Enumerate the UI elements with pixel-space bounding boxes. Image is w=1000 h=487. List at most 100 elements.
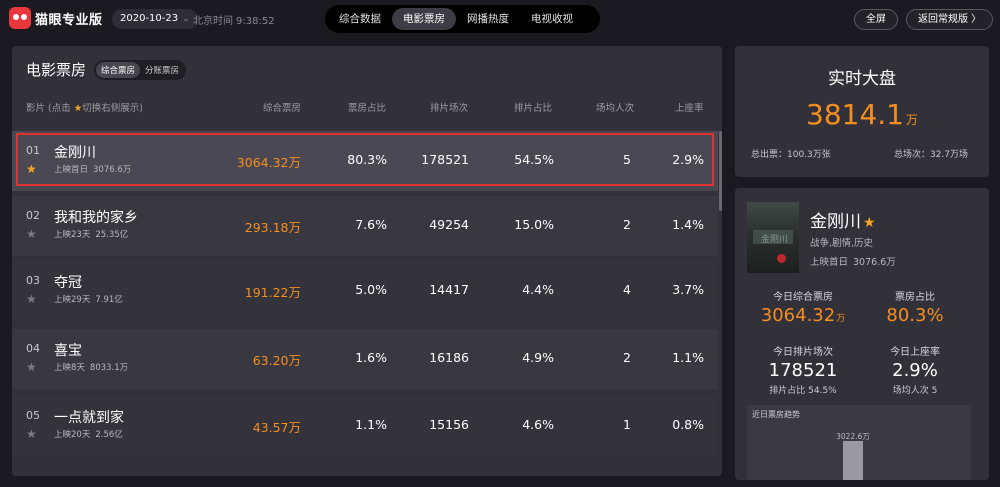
film-name: 金刚川 <box>54 145 96 161</box>
share-value: 5.0% <box>355 282 387 297</box>
total-shows: 总场次：32.7万场 <box>893 150 968 160</box>
box-office-value: 191.22万 <box>244 285 301 300</box>
box-office-value: 3064.32万 <box>236 155 301 170</box>
star-icon[interactable]: ★ <box>26 292 37 306</box>
movie-detail-panel: 金刚川 金刚川 ★ 战争,剧情,历史 上映首日 3076.6万 今日综合票房 306… <box>735 188 989 480</box>
row-rank: 02 <box>26 209 40 222</box>
share-value: 80.3% <box>347 152 387 167</box>
fullscreen-button[interactable]: 全屏 <box>854 9 898 30</box>
movie-name: 金刚川 ★ <box>810 207 876 232</box>
panel-header: 电影票房 综合票房 分账票房 <box>26 59 187 80</box>
chevron-down-icon: ⌄ <box>182 14 190 24</box>
panel-title: 电影票房 <box>26 61 87 79</box>
release-days: 上映23天 <box>54 230 91 240</box>
film-meta: 上映23天 25.35亿 <box>54 228 128 240</box>
col-shows: 排片场次 <box>430 103 469 114</box>
top-bar: 猫眼专业版 2020-10-23 ⌄ 北京时间 9:38:52 综合数据 电影票房… <box>0 0 1000 38</box>
star-icon[interactable]: ★ <box>26 162 37 176</box>
box-office-share: 票房占比 80.3% <box>855 288 975 326</box>
film-meta: 上映29天 7.91亿 <box>54 293 123 305</box>
stat-label: 今日排片场次 <box>773 347 833 358</box>
film-meta: 上映20天 2.56亿 <box>54 428 123 440</box>
film-name: 我和我的家乡 <box>54 210 138 226</box>
col-show-share: 排片占比 <box>514 103 553 114</box>
table-row[interactable]: 01 ★ 金刚川 上映首日 3076.6万 3064.32万 80.3% 1785… <box>12 131 718 191</box>
stat-label: 今日综合票房 <box>773 292 833 303</box>
occupancy-value: 1.1% <box>672 350 704 365</box>
film-meta: 上映8天 8033.1万 <box>54 361 128 373</box>
avg-value: 4 <box>623 282 631 297</box>
beijing-clock: 北京时间 9:38:52 <box>190 12 275 27</box>
movie-poster: 金刚川 <box>747 202 799 273</box>
table-row[interactable]: 05 ★ 一点就到家 上映20天 2.56亿 43.57万 1.1% 15156 … <box>12 396 718 456</box>
avg-value: 2 <box>623 217 631 232</box>
row-rank: 01 <box>26 144 40 157</box>
today-box-office: 今日综合票房 3064.32万 <box>743 288 863 326</box>
table-row[interactable]: 03 ★ 夺冠 上映29天 7.91亿 191.22万 5.0% 14417 4.… <box>12 261 718 321</box>
table-row[interactable]: 02 ★ 我和我的家乡 上映23天 25.35亿 293.18万 7.6% 492… <box>12 196 718 256</box>
avg-value: 2 <box>623 350 631 365</box>
table-scrollbar[interactable] <box>719 131 722 211</box>
shows-value: 14417 <box>429 282 469 297</box>
show-share-value: 4.6% <box>522 417 554 432</box>
show-share-value: 15.0% <box>514 217 554 232</box>
table-row[interactable]: 04 ★ 喜宝 上映8天 8033.1万 63.20万 1.6% 16186 4.… <box>12 329 718 389</box>
col-box-office: 综合票房 <box>263 103 302 114</box>
star-icon[interactable]: ★ <box>26 427 37 441</box>
movie-release: 上映首日 3076.6万 <box>810 254 896 268</box>
total-box: 8033.1万 <box>89 363 129 373</box>
stat-number: 3064.32 <box>760 305 836 326</box>
box-office-panel: 电影票房 综合票房 分账票房 影片 (点击 ★切换右侧展示) 综合票房 票房占比… <box>12 46 722 476</box>
back-to-standard-button[interactable]: 返回常规版 〉 <box>906 9 994 30</box>
stat-label: 票房占比 <box>895 292 935 303</box>
poster-title: 金刚川 <box>761 235 789 245</box>
box-office-type-toggle: 综合票房 分账票房 <box>94 59 187 80</box>
row-rank: 04 <box>26 342 40 355</box>
star-icon[interactable]: ★ <box>26 227 37 241</box>
brand-logo[interactable]: 猫眼专业版 <box>9 7 103 29</box>
realtime-title: 实时大盘 <box>828 69 896 89</box>
stat-value: 80.3% <box>886 305 944 326</box>
poster-seal <box>777 254 786 263</box>
col-avg: 场均人次 <box>596 103 635 114</box>
total-tickets: 总出票：100.3万张 <box>751 150 831 160</box>
release-days: 上映首日 <box>810 257 849 268</box>
realtime-unit: 万 <box>905 113 918 127</box>
trend-bar <box>843 441 863 480</box>
release-days: 上映29天 <box>54 295 91 305</box>
stat-sub: 排片占比 54.5% <box>769 386 837 396</box>
tab-movie-box-office[interactable]: 电影票房 <box>392 8 456 30</box>
date-value: 2020-10-23 <box>120 13 179 24</box>
movie-name-text: 金刚川 <box>810 212 861 232</box>
tab-web-heat[interactable]: 网播热度 <box>456 8 520 30</box>
avg-value: 1 <box>623 417 631 432</box>
star-icon[interactable]: ★ <box>26 360 37 374</box>
date-picker[interactable]: 2020-10-23 ⌄ <box>112 9 198 29</box>
avg-value: 5 <box>623 152 631 167</box>
tab-overview[interactable]: 综合数据 <box>328 8 392 30</box>
occupancy-value: 0.8% <box>672 417 704 432</box>
realtime-number: 3814.1 <box>806 98 904 131</box>
shows-value: 178521 <box>421 152 469 167</box>
total-box: 25.35亿 <box>95 230 129 240</box>
show-share-value: 4.9% <box>522 350 554 365</box>
film-name: 夺冠 <box>54 275 82 291</box>
shows-value: 16186 <box>429 350 469 365</box>
col-film: 影片 (点击 ★切换右侧展示) <box>26 100 143 114</box>
today-shows: 今日排片场次 178521 排片占比 54.5% <box>743 343 863 396</box>
total-box: 3076.6万 <box>93 165 132 175</box>
tab-tv-ratings[interactable]: 电视收视 <box>520 8 584 30</box>
total-box: 3076.6万 <box>853 257 896 268</box>
film-meta: 上映首日 3076.6万 <box>54 163 131 175</box>
realtime-value: 3814.1 万 <box>735 98 989 131</box>
occupancy-value: 3.7% <box>672 282 704 297</box>
cat-eye-icon <box>9 7 31 29</box>
box-office-value: 43.57万 <box>252 420 301 435</box>
release-days: 上映首日 <box>54 165 89 175</box>
stat-unit: 万 <box>836 314 846 324</box>
subtab-combined[interactable]: 综合票房 <box>96 61 141 78</box>
release-days: 上映20天 <box>54 430 91 440</box>
row-rank: 03 <box>26 274 40 287</box>
subtab-split[interactable]: 分账票房 <box>140 62 184 78</box>
col-film-prefix: 影片 (点击 <box>26 103 71 114</box>
